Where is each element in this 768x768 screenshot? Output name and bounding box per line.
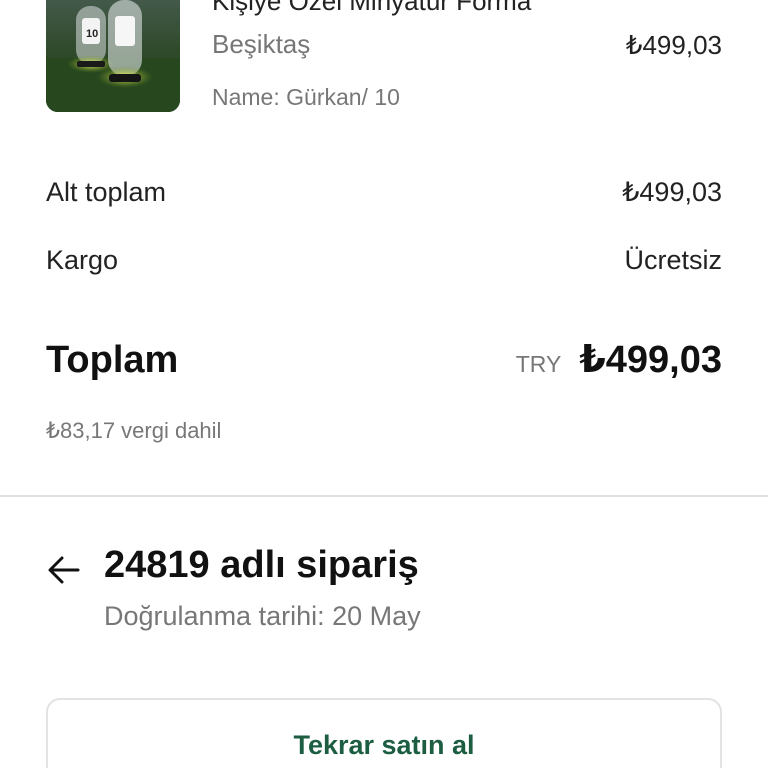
product-price: ₺499,03: [625, 30, 722, 60]
back-button[interactable]: [42, 548, 86, 592]
total-amount-group: TRY ₺499,03: [516, 337, 722, 382]
order-title: 24819 adlı sipariş: [104, 544, 419, 586]
order-confirmed-date: Doğrulanma tarihi: 20 May: [104, 601, 421, 631]
arrow-left-icon: [48, 556, 80, 584]
currency-code: TRY: [515, 351, 562, 377]
jersey-lamp-product-image: 10: [46, 0, 180, 112]
product-personalization: Name: Gürkan/ 10: [212, 84, 400, 110]
product-image[interactable]: 10: [46, 0, 180, 112]
order-summary-screen: 10 1 Kişiye Özel Minyatür Forma Beşiktaş…: [0, 0, 768, 768]
product-variant: Beşiktaş: [212, 29, 311, 59]
product-title: Kişiye Özel Minyatür Forma: [212, 0, 532, 16]
buy-again-label: Tekrar satın al: [293, 730, 475, 760]
shipping-row: Kargo Ücretsiz: [46, 245, 722, 276]
subtotal-value: ₺499,03: [622, 177, 722, 207]
total-amount: ₺499,03: [579, 339, 722, 381]
svg-text:10: 10: [86, 28, 98, 40]
buy-again-button[interactable]: Tekrar satın al: [46, 698, 722, 768]
section-divider: [0, 495, 768, 497]
product-thumbnail-wrapper: 10 1: [46, 0, 180, 112]
total-row: Toplam TRY ₺499,03: [46, 337, 722, 382]
subtotal-row: Alt toplam ₺499,03: [46, 177, 722, 208]
subtotal-label: Alt toplam: [46, 177, 167, 207]
shipping-label: Kargo: [46, 245, 119, 275]
total-label: Toplam: [46, 339, 179, 381]
shipping-value: Ücretsiz: [624, 245, 722, 275]
tax-included-note: ₺83,17 vergi dahil: [46, 418, 222, 443]
